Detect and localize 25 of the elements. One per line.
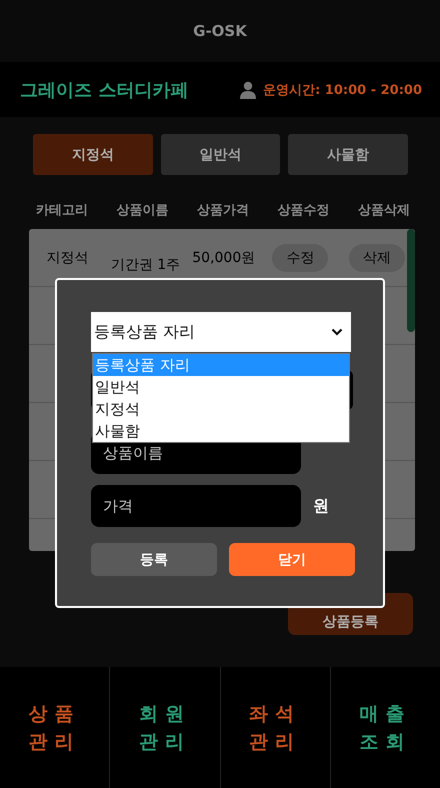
opening-hours: 운영시간: 10:00 - 20:00 — [263, 82, 422, 98]
currency-unit: 원 — [313, 496, 329, 516]
column-header: 상품이름 — [116, 202, 168, 219]
column-header: 상품삭제 — [358, 202, 410, 219]
dropdown-option[interactable]: 지정석 — [93, 398, 349, 420]
app-title: G-OSK — [193, 22, 247, 40]
table-cell-text: 기간권 1주 — [110, 256, 182, 274]
column-header: 카테고리 — [36, 202, 88, 219]
category-select[interactable]: 등록상품 자리 — [91, 312, 351, 352]
person-icon — [239, 80, 258, 98]
edit-button[interactable]: 수정 — [272, 244, 328, 272]
table-cell-text: 50,000원 — [191, 248, 256, 266]
delete-button[interactable]: 삭제 — [348, 244, 405, 272]
column-header: 상품수정 — [278, 202, 330, 219]
category-tab[interactable]: 사물함 — [288, 134, 408, 175]
chevron-down-icon — [331, 328, 343, 336]
column-header: 상품가격 — [197, 202, 249, 219]
category-tab[interactable]: 일반석 — [160, 134, 280, 175]
shop-name: 그레이즈 스터디카페 — [20, 78, 188, 102]
submit-button[interactable]: 등록 — [91, 543, 217, 576]
input-field[interactable]: 가격 — [91, 485, 301, 527]
dropdown-option[interactable]: 등록상품 자리 — [93, 354, 349, 376]
table-cell-text: 지정석 — [45, 248, 90, 266]
dropdown-option[interactable]: 일반석 — [93, 376, 349, 398]
category-tab[interactable]: 지정석 — [33, 134, 153, 175]
